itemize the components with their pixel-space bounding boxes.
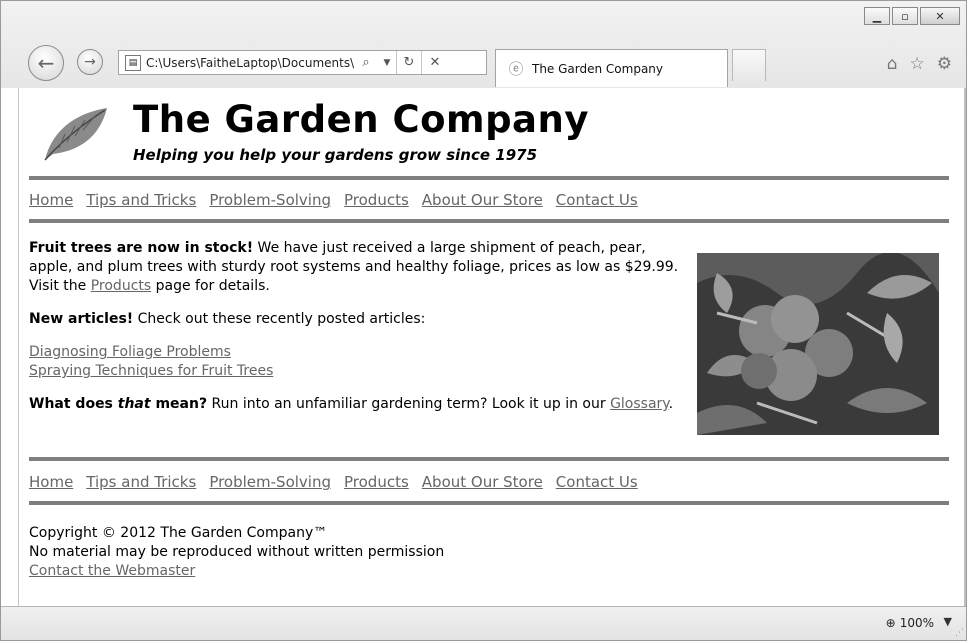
home-icon[interactable]: ⌂ — [887, 54, 898, 74]
toolbar-icons: ⌂ ☆ ⚙ — [887, 54, 952, 74]
ie-favicon-icon: ⓔ — [508, 59, 524, 78]
tab-title: The Garden Company — [532, 61, 664, 76]
articles-text: Check out these recently posted articles… — [133, 311, 426, 327]
article-link-foliage[interactable]: Diagnosing Foliage Problems — [29, 344, 231, 360]
forward-arrow-icon: → — [84, 54, 96, 70]
nav-link-products[interactable]: Products — [344, 191, 409, 209]
main-text: Fruit trees are now in stock! We have ju… — [29, 239, 691, 428]
stock-heading: Fruit trees are now in stock! — [29, 240, 254, 256]
footer-divider-top — [29, 457, 949, 461]
page-icon: ▤ — [125, 54, 141, 71]
glossary-paragraph: What does that mean? Run into an unfamil… — [29, 395, 691, 414]
minimize-button[interactable]: ▁ — [864, 7, 890, 25]
site-header: The Garden Company Helping you help your… — [19, 88, 966, 176]
maximize-button[interactable]: ▫ — [892, 7, 918, 25]
browser-window: ▁ ▫ ✕ ← → ▤ C:\Users\FaitheLaptop\Docume… — [0, 0, 967, 641]
site-title: The Garden Company — [133, 98, 589, 141]
minimize-icon: ▁ — [872, 9, 882, 23]
site-footer: Copyright © 2012 The Garden Company™ No … — [29, 524, 444, 581]
window-controls: ▁ ▫ ✕ — [862, 7, 960, 25]
glossary-link[interactable]: Glossary — [610, 396, 669, 412]
stop-icon[interactable]: ✕ — [422, 51, 448, 74]
nav-link-home[interactable]: Home — [29, 191, 73, 209]
footer-nav-link-about[interactable]: About Our Store — [422, 473, 543, 491]
nav-link-contact[interactable]: Contact Us — [556, 191, 638, 209]
nav-link-about[interactable]: About Our Store — [422, 191, 543, 209]
page-content: The Garden Company Helping you help your… — [19, 88, 966, 606]
copyright-text: Copyright © 2012 The Garden Company™ — [29, 525, 328, 541]
nav-divider — [29, 219, 949, 223]
bottom-nav: Home Tips and Tricks Problem-Solving Produc… — [29, 473, 651, 491]
stock-paragraph: Fruit trees are now in stock! We have ju… — [29, 239, 691, 296]
footer-nav-link-products[interactable]: Products — [344, 473, 409, 491]
page-left-margin — [1, 88, 19, 606]
footer-divider-bottom — [29, 501, 949, 505]
zoom-level: 100% — [899, 616, 934, 630]
footer-nav-link-problem-solving[interactable]: Problem-Solving — [209, 473, 331, 491]
peach-tree-photo — [697, 253, 939, 435]
search-icon[interactable]: ⌕ — [354, 51, 378, 74]
nav-link-problem-solving[interactable]: Problem-Solving — [209, 191, 331, 209]
permission-notice: No material may be reproduced without wr… — [29, 544, 445, 560]
address-bar[interactable]: ▤ C:\Users\FaitheLaptop\Documents\ ⌕ ▼ ↻… — [118, 50, 487, 75]
new-tab-button[interactable] — [732, 49, 766, 81]
favorites-star-icon[interactable]: ☆ — [910, 54, 925, 74]
top-nav: Home Tips and Tricks Problem-Solving Produc… — [29, 191, 651, 209]
close-icon: ✕ — [935, 9, 945, 23]
settings-gear-icon[interactable]: ⚙ — [937, 54, 952, 74]
resize-grip-icon[interactable]: ⋰ — [955, 628, 964, 638]
site-tagline: Helping you help your gardens grow since… — [133, 146, 538, 164]
glossary-text: Run into an unfamiliar gardening term? L… — [207, 396, 611, 412]
zoom-icon: ⊕ — [885, 616, 896, 630]
article-links: Diagnosing Foliage Problems Spraying Tech… — [29, 343, 691, 381]
stock-text-end: page for details. — [151, 278, 270, 294]
zoom-control[interactable]: ⊕ 100% — [886, 616, 934, 630]
leaf-logo-icon — [44, 108, 107, 161]
contact-webmaster-link[interactable]: Contact the Webmaster — [29, 563, 195, 579]
zoom-dropdown-icon[interactable]: ▼ — [944, 615, 952, 628]
header-divider — [29, 176, 949, 180]
footer-nav-link-tips[interactable]: Tips and Tricks — [86, 473, 196, 491]
glossary-heading-italic: that — [117, 396, 151, 412]
footer-nav-link-contact[interactable]: Contact Us — [556, 473, 638, 491]
glossary-heading-2: mean? — [150, 396, 208, 412]
back-button[interactable]: ← — [28, 45, 64, 81]
glossary-heading-1: What does — [29, 396, 118, 412]
articles-paragraph: New articles! Check out these recently p… — [29, 310, 691, 329]
close-button[interactable]: ✕ — [920, 7, 960, 25]
page-right-edge — [964, 88, 966, 606]
forward-button[interactable]: → — [77, 49, 103, 75]
address-dropdown-icon[interactable]: ▼ — [378, 51, 396, 74]
article-link-spraying[interactable]: Spraying Techniques for Fruit Trees — [29, 363, 273, 379]
refresh-icon[interactable]: ↻ — [397, 51, 421, 74]
articles-heading: New articles! — [29, 311, 134, 327]
maximize-icon: ▫ — [901, 9, 909, 23]
nav-link-tips[interactable]: Tips and Tricks — [86, 191, 196, 209]
footer-nav-link-home[interactable]: Home — [29, 473, 73, 491]
products-link[interactable]: Products — [91, 278, 151, 294]
browser-toolbar: ▁ ▫ ✕ ← → ▤ C:\Users\FaitheLaptop\Docume… — [1, 1, 966, 88]
status-bar: ⊕ 100% ▼ ⋰ — [1, 606, 966, 640]
back-arrow-icon: ← — [37, 51, 55, 75]
address-url[interactable]: C:\Users\FaitheLaptop\Documents\ — [146, 56, 354, 70]
tab-garden-company[interactable]: ⓔ The Garden Company — [495, 49, 728, 87]
glossary-end: . — [668, 396, 674, 412]
